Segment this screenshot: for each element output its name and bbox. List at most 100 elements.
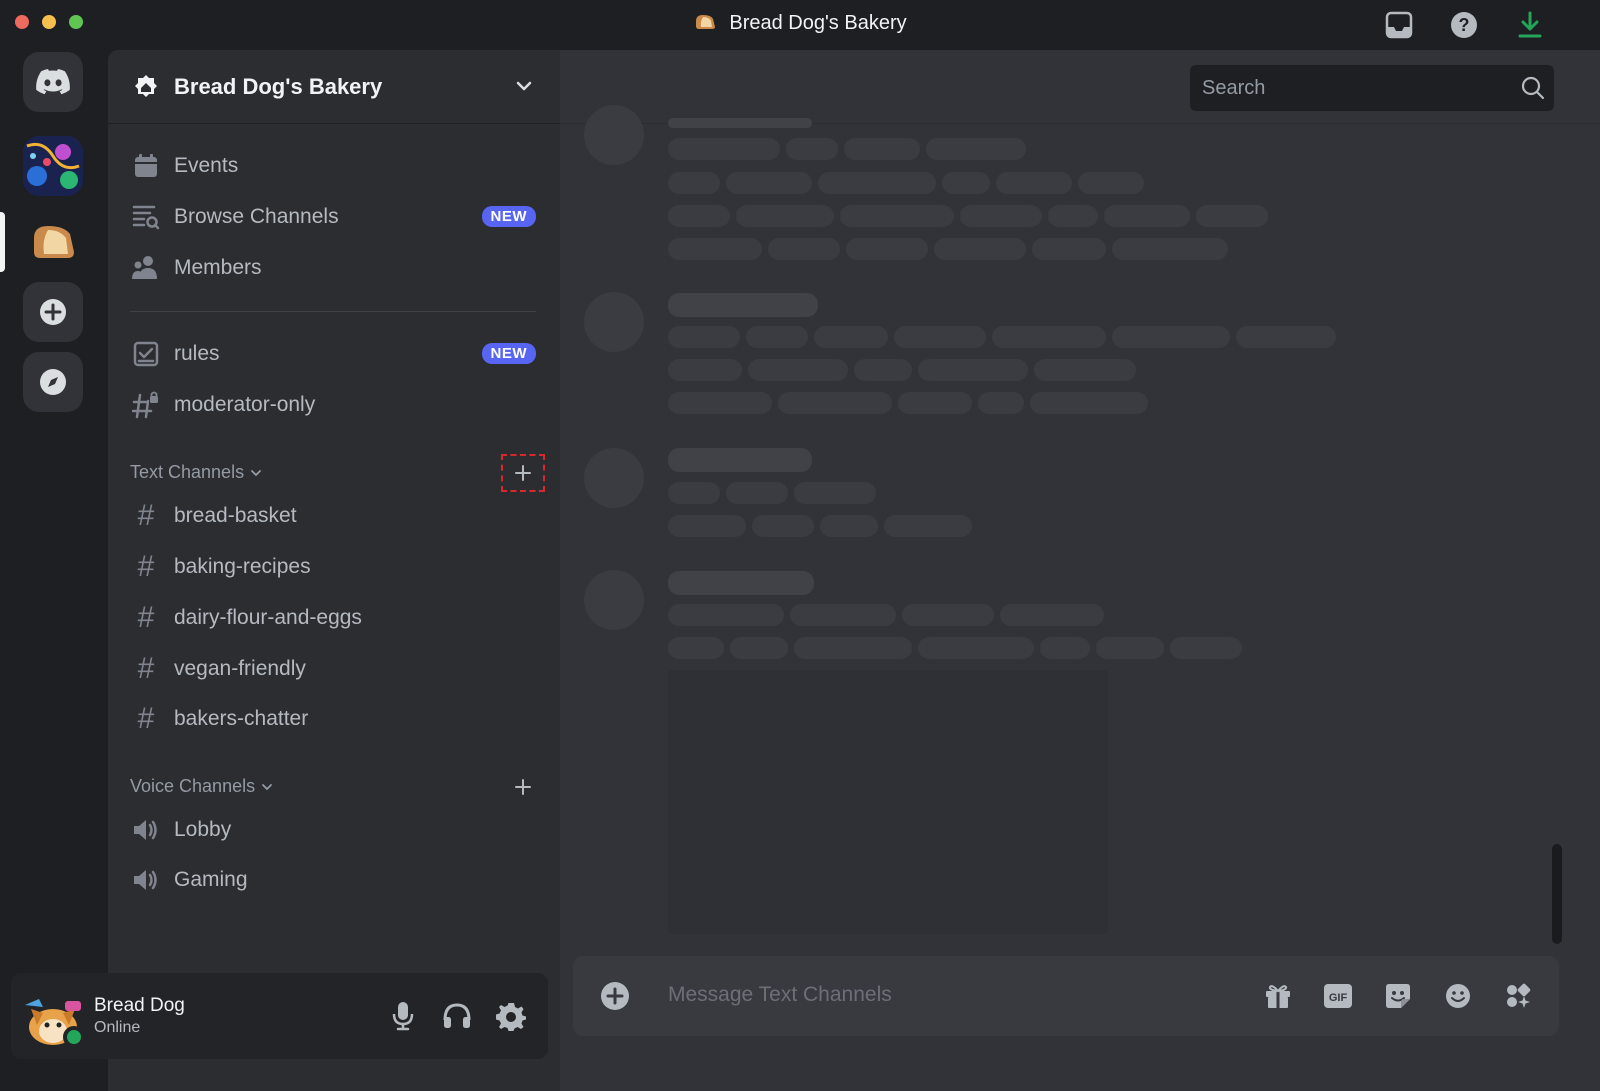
skeleton-line [668,604,784,626]
inbox-icon[interactable] [1384,10,1414,40]
chevron-down-icon[interactable] [514,76,534,96]
online-status-indicator [63,1026,85,1048]
category-voice-channels[interactable]: Voice Channels [130,776,273,797]
skeleton-avatar [584,105,644,165]
hash-icon: # [137,702,155,735]
channel-bakers-chatter[interactable]: # bakers-chatter [122,697,546,741]
bread-icon [693,13,717,31]
hash-icon: # [137,601,155,634]
speaker-icon [132,816,160,844]
chat-scrollbar[interactable] [1552,844,1562,944]
skeleton-line [1196,205,1268,227]
new-badge: NEW [481,206,536,227]
chat-header: Search [560,50,1600,124]
download-icon[interactable] [1515,10,1545,40]
skeleton-line [1096,637,1164,659]
chevron-down-icon [251,469,261,476]
skeleton-line [730,637,788,659]
skeleton-line [778,392,892,414]
voice-channel-gaming[interactable]: Gaming [122,858,546,902]
channel-moderator-only[interactable]: moderator-only [122,383,546,427]
skeleton-line [854,359,912,381]
sidebar-item-members[interactable]: Members [122,246,546,290]
message-composer: Message Text Channels GIF [573,956,1559,1036]
skeleton-line [898,392,972,414]
skeleton-avatar [584,570,644,630]
headphones-icon[interactable] [441,1000,473,1032]
skeleton-line [1032,238,1106,260]
create-text-channel-button[interactable] [501,454,545,492]
sidebar-item-events[interactable]: Events [122,144,546,188]
skeleton-line [668,448,812,472]
plus-circle-icon [40,299,66,325]
new-badge: NEW [481,343,536,364]
skeleton-line [820,515,878,537]
skeleton-line [996,172,1072,194]
create-voice-channel-button[interactable] [501,768,545,806]
server-header[interactable]: Bread Dog's Bakery [108,50,560,124]
skeleton-line [668,138,780,160]
skeleton-line [668,482,720,504]
skeleton-line [1030,392,1148,414]
emoji-icon[interactable] [1442,980,1474,1012]
skeleton-line [992,326,1106,348]
skeleton-line [840,205,954,227]
locked-hash-icon [132,391,160,419]
channel-rules[interactable]: rules NEW [122,332,546,376]
browse-channels-icon [132,203,160,231]
hash-icon: # [137,652,155,685]
server-icon-bread-dogs-bakery[interactable] [23,212,83,272]
skeleton-line [668,172,720,194]
skeleton-line [960,205,1042,227]
sidebar-item-browse-channels[interactable]: Browse Channels NEW [122,195,546,239]
skeleton-line [942,172,990,194]
voice-channel-lobby[interactable]: Lobby [122,808,546,852]
skeleton-line [794,637,912,659]
skeleton-line [818,172,936,194]
plus-icon [515,465,531,481]
explore-servers-button[interactable] [23,352,83,412]
help-icon[interactable]: ? [1449,10,1479,40]
skeleton-line [814,326,888,348]
rules-icon [132,340,160,368]
sticker-icon[interactable] [1382,980,1414,1012]
svg-text:GIF: GIF [1329,992,1348,1004]
microphone-icon[interactable] [387,1000,419,1032]
skeleton-line [918,637,1034,659]
message-input[interactable]: Message Text Channels [668,983,892,1007]
channel-dairy-flour-and-eggs[interactable]: # dairy-flour-and-eggs [122,596,546,640]
compass-icon [40,369,66,395]
skeleton-line [790,604,896,626]
skeleton-line [668,571,814,595]
user-status: Online [94,1019,141,1036]
channel-sidebar: Bread Dog's Bakery Events Browse Channel… [108,50,560,1091]
gear-icon[interactable] [495,1000,527,1032]
category-text-channels[interactable]: Text Channels [130,462,262,483]
server-icon-art[interactable] [23,136,83,196]
skeleton-line [668,326,740,348]
direct-messages-button[interactable] [23,52,83,112]
skeleton-line [1040,637,1090,659]
channel-baking-recipes[interactable]: # baking-recipes [122,545,546,589]
gift-icon[interactable] [1262,980,1294,1012]
skeleton-line [926,138,1026,160]
hash-icon: # [137,550,155,583]
server-name: Bread Dog's Bakery [174,73,383,99]
search-icon [1521,76,1545,100]
add-server-button[interactable] [23,282,83,342]
user-panel: Bread Dog Online [11,973,548,1059]
channel-vegan-friendly[interactable]: # vegan-friendly [122,647,546,691]
title-bar: Bread Dog's Bakery ? [0,0,1600,50]
add-attachment-icon[interactable] [599,980,631,1012]
skeleton-line [752,515,814,537]
skeleton-line [1000,604,1104,626]
skeleton-line [748,359,848,381]
apps-icon[interactable] [1502,980,1534,1012]
skeleton-line [1112,238,1228,260]
gif-icon[interactable]: GIF [1322,980,1354,1012]
search-input[interactable]: Search [1190,65,1554,111]
skeleton-line [668,515,746,537]
skeleton-line [668,392,772,414]
channel-bread-basket[interactable]: # bread-basket [122,494,546,538]
hash-icon: # [137,499,155,532]
